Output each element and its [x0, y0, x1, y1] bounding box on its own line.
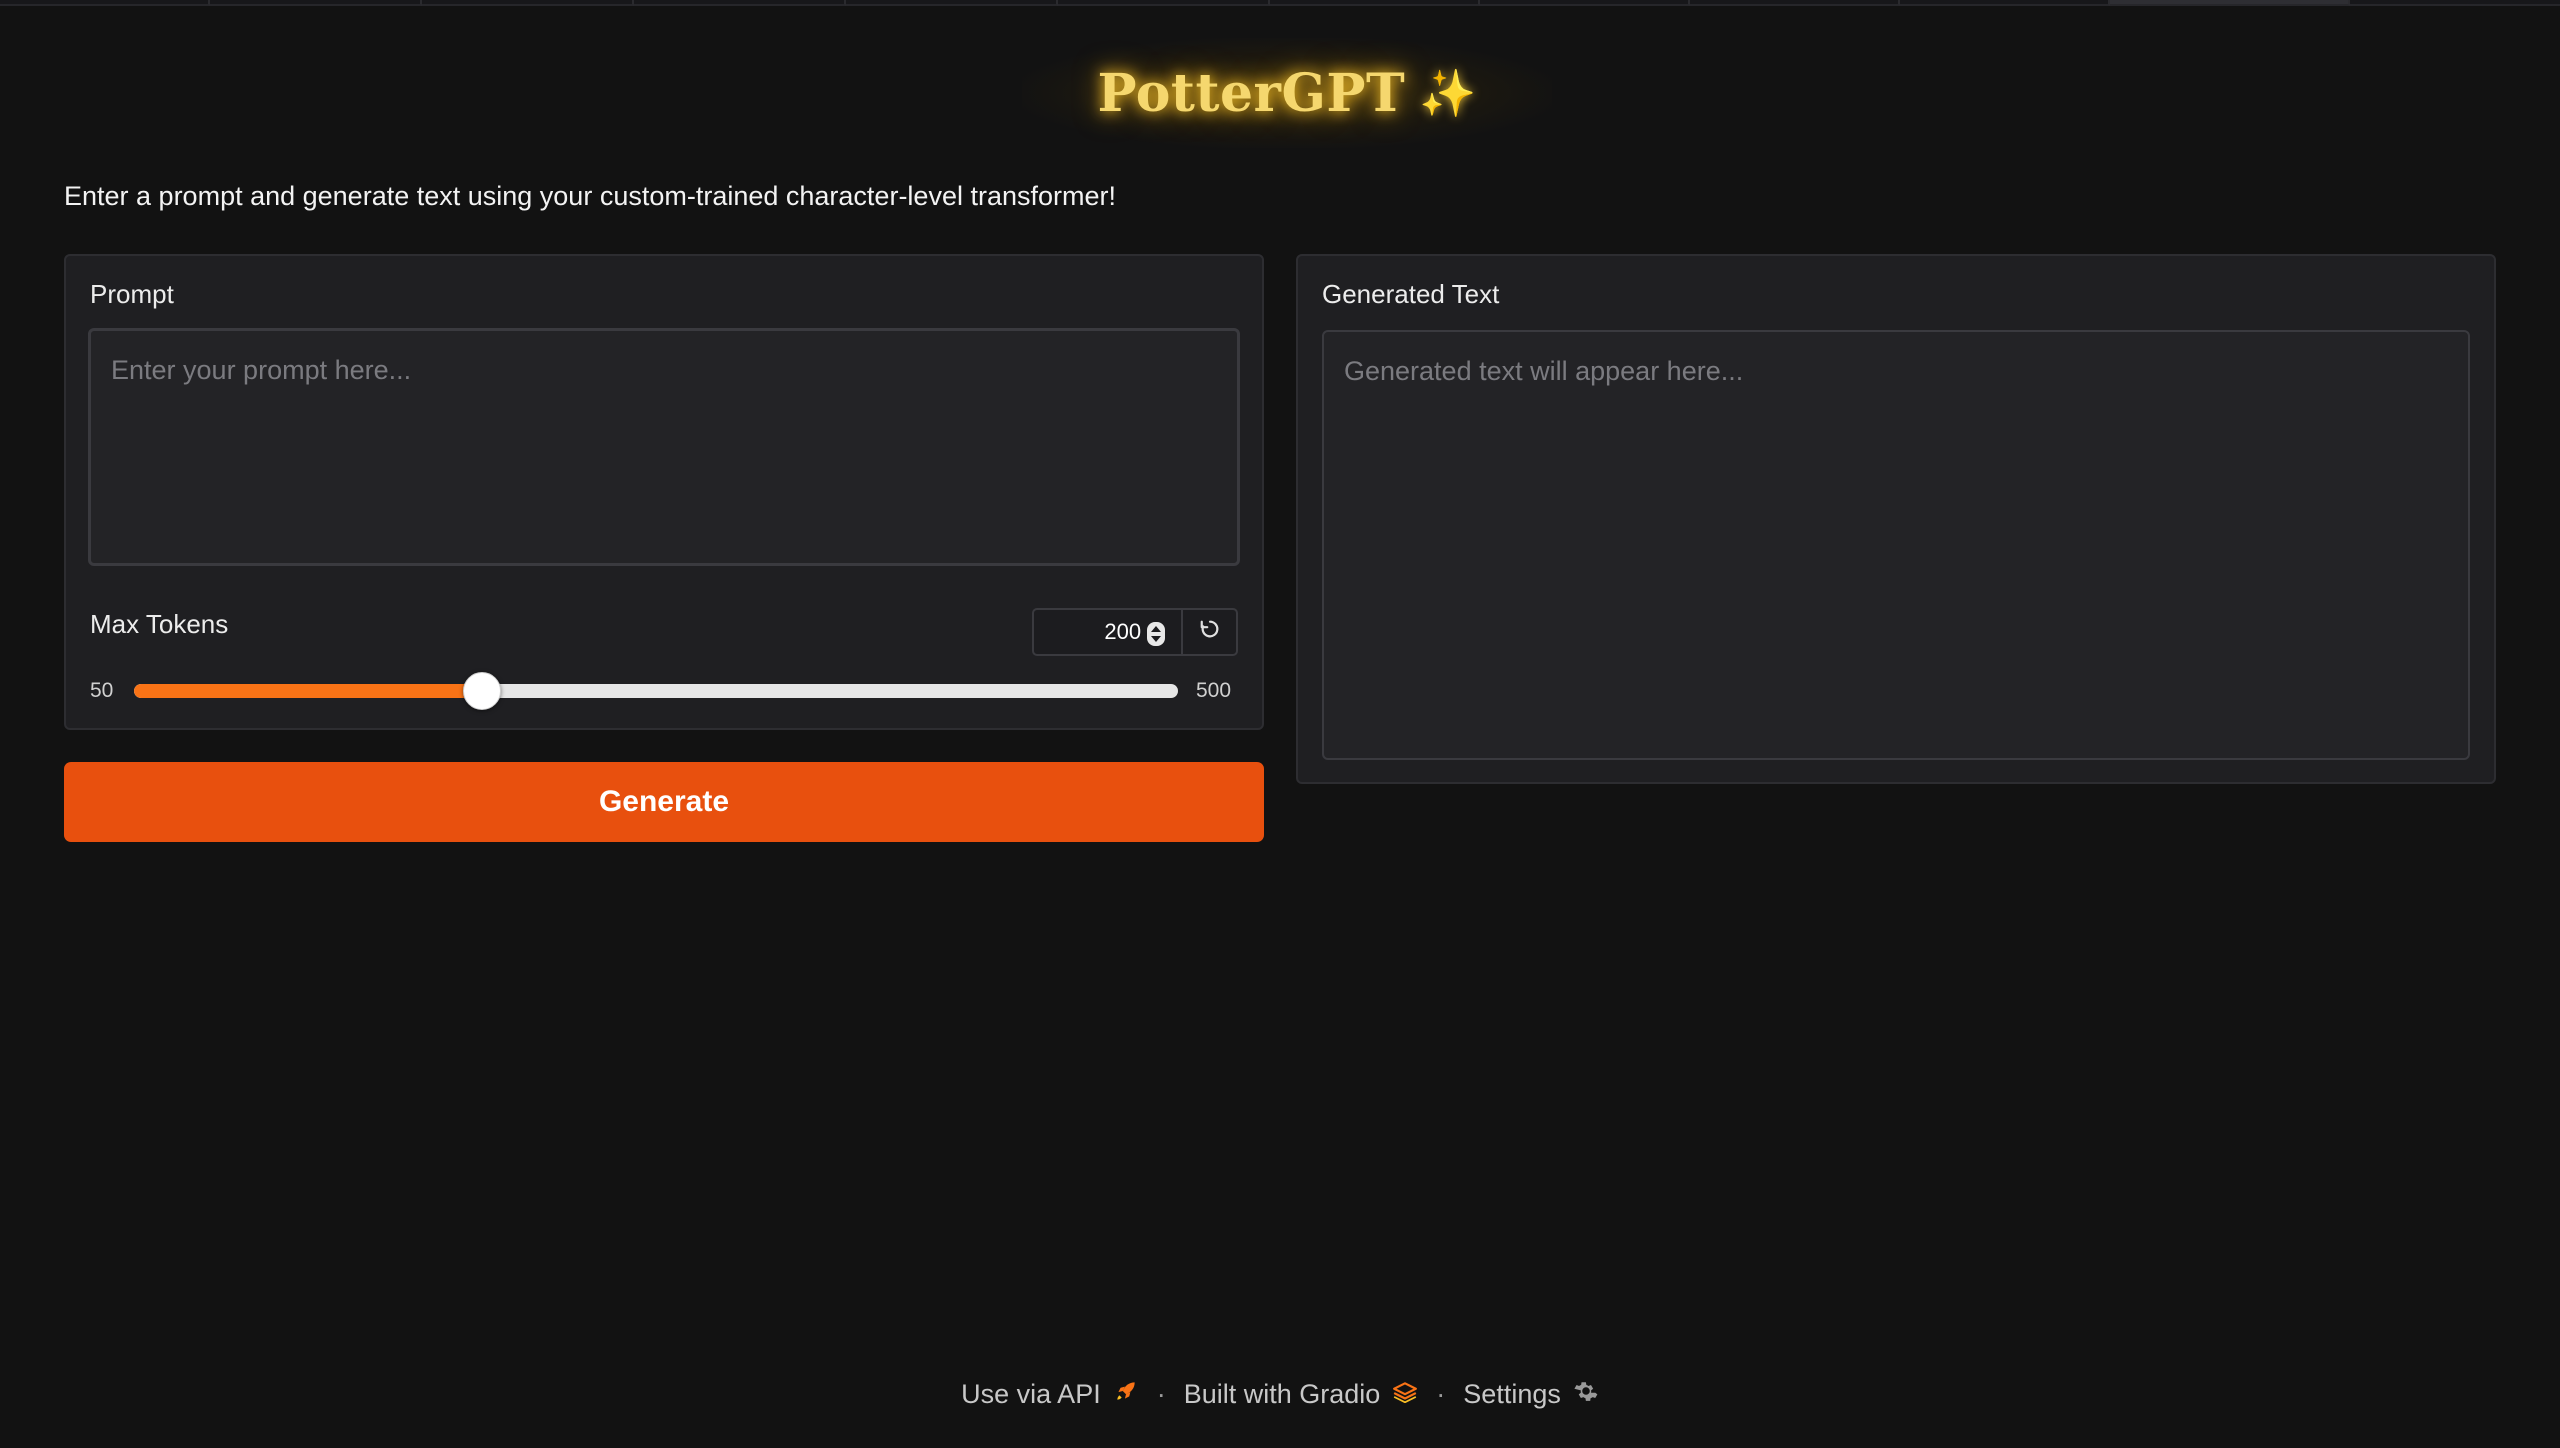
built-with-gradio-label: Built with Gradio: [1183, 1378, 1381, 1409]
top-tab[interactable]: [2350, 0, 2560, 6]
use-via-api-link[interactable]: Use via API: [961, 1378, 1139, 1411]
max-tokens-slider-track[interactable]: [134, 684, 1178, 698]
settings-label: Settings: [1463, 1378, 1561, 1409]
use-via-api-label: Use via API: [961, 1378, 1101, 1409]
top-tab[interactable]: [0, 0, 210, 6]
top-tab[interactable]: [422, 0, 634, 6]
app-header: PotterGPT ✨: [1022, 38, 1552, 148]
slider-fill: [134, 684, 482, 698]
generated-text-output[interactable]: [1322, 330, 2470, 760]
top-tab[interactable]: [1900, 0, 2110, 6]
prompt-input[interactable]: [88, 328, 1240, 566]
top-tab[interactable]: [1480, 0, 1690, 6]
built-with-gradio-link[interactable]: Built with Gradio: [1184, 1379, 1419, 1410]
sparkles-icon: ✨: [1419, 66, 1477, 119]
settings-link[interactable]: Settings: [1463, 1378, 1599, 1411]
top-tab[interactable]: [634, 0, 846, 6]
slider-thumb[interactable]: [462, 672, 501, 710]
max-tokens-input[interactable]: 200: [1034, 610, 1181, 654]
top-tab[interactable]: [846, 0, 1058, 6]
slider-max-label: 500: [1196, 679, 1232, 702]
footer-separator: ·: [1156, 1378, 1166, 1409]
top-tab[interactable]: [1058, 0, 1270, 6]
rocket-icon: [1113, 1378, 1139, 1411]
generate-button[interactable]: Generate: [64, 762, 1264, 842]
top-tab-strip: [0, 0, 2560, 8]
max-tokens-value: 200: [1104, 619, 1142, 644]
reset-icon: [1199, 618, 1221, 646]
app-description: Enter a prompt and generate text using y…: [64, 181, 1116, 211]
slider-min-label: 50: [90, 679, 114, 702]
top-tab[interactable]: [1270, 0, 1480, 6]
top-tab[interactable]: [1690, 0, 1900, 6]
prompt-label: Prompt: [90, 279, 174, 309]
top-tab[interactable]: [210, 0, 422, 6]
footer-separator: ·: [1436, 1378, 1446, 1409]
spinner-icon[interactable]: [1147, 622, 1166, 646]
gradio-logo-icon: [1392, 1379, 1418, 1410]
app-title: PotterGPT: [1097, 62, 1406, 124]
top-tab-active[interactable]: [2110, 0, 2350, 6]
generated-text-label: Generated Text: [1322, 279, 1500, 309]
max-tokens-label: Max Tokens: [90, 609, 229, 639]
max-tokens-number-field: 200: [1032, 608, 1238, 656]
reset-button[interactable]: [1181, 610, 1236, 654]
footer: Use via API · Built with Gradio · Settin…: [0, 1374, 2560, 1414]
gear-icon: [1573, 1378, 1599, 1411]
